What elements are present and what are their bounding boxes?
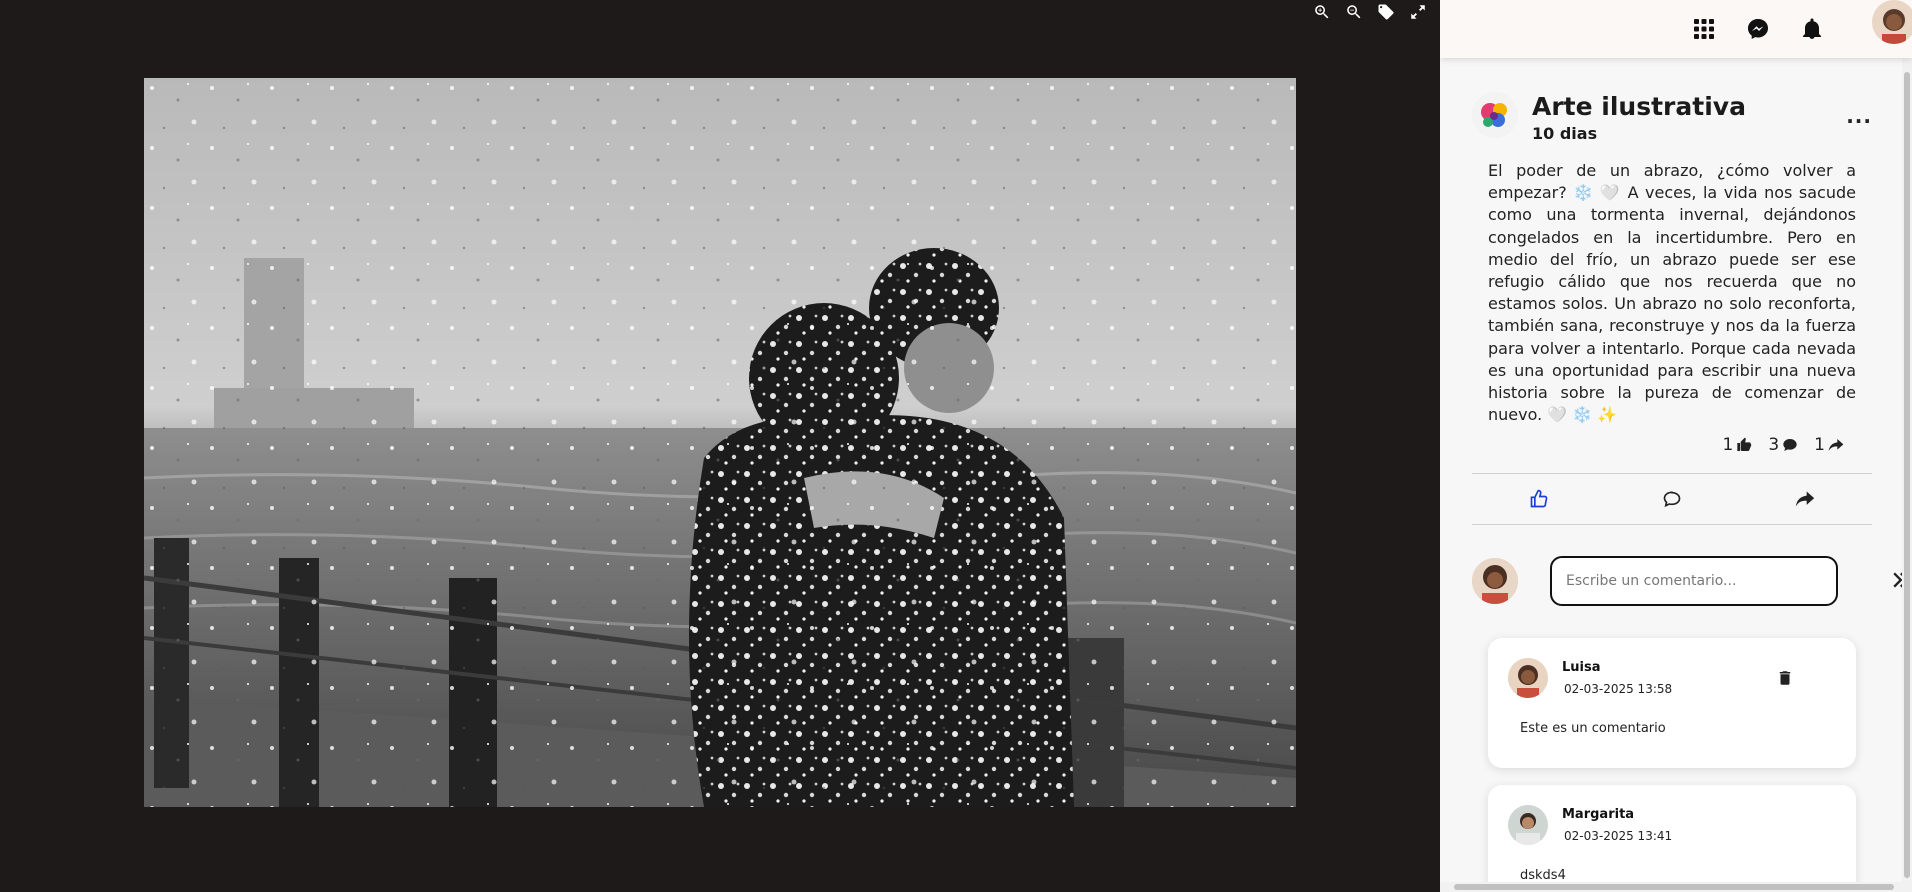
post-actions [1472, 474, 1872, 524]
share-button[interactable] [1785, 479, 1825, 519]
messenger-icon [1748, 19, 1768, 39]
horizontal-scrollbar[interactable] [1440, 882, 1912, 892]
avatar-image [1872, 0, 1912, 44]
horizontal-scroll-thumb[interactable] [1454, 884, 1894, 890]
like-button[interactable] [1519, 479, 1559, 519]
fullscreen-button[interactable] [1406, 0, 1430, 24]
comment-input[interactable] [1550, 556, 1838, 606]
comments-count-value: 3 [1768, 435, 1780, 455]
comment-date: 02-03-2025 13:41 [1564, 829, 1673, 843]
comment-text: dskds4 [1520, 868, 1566, 883]
shares-count[interactable]: 1 [1814, 435, 1844, 455]
post-header: Arte ilustrativa 10 dias [1472, 92, 1746, 143]
post-panel: Arte ilustrativa 10 dias ... El poder de… [1440, 0, 1912, 892]
comment-header: Luisa 02-03-2025 13:58 [1508, 658, 1672, 698]
image-viewer [0, 0, 1440, 892]
comment-text: Este es un comentario [1520, 721, 1666, 736]
viewer-toolbar [1310, 0, 1430, 24]
comment-avatar-image [1508, 658, 1548, 698]
top-bar [1440, 0, 1912, 58]
comments-count[interactable]: 3 [1768, 435, 1798, 455]
share-icon [1828, 439, 1844, 451]
user-avatar-top[interactable] [1872, 0, 1912, 44]
zoom-out-button[interactable] [1342, 0, 1366, 24]
share-arrow-icon [1796, 491, 1815, 507]
comment-meta: Margarita 02-03-2025 13:41 [1562, 805, 1672, 845]
post-header-text: Arte ilustrativa 10 dias [1532, 92, 1746, 143]
vertical-scrollbar[interactable] [1902, 58, 1912, 884]
comment-card: Luisa 02-03-2025 13:58 Este es un coment… [1488, 638, 1856, 768]
post-body: El poder de un abrazo, ¿cómo volver a em… [1488, 161, 1856, 425]
comment-author[interactable]: Margarita [1562, 807, 1672, 822]
comment-meta: Luisa 02-03-2025 13:58 [1562, 658, 1672, 698]
likes-count[interactable]: 1 [1723, 435, 1753, 455]
messenger-button[interactable] [1744, 15, 1772, 43]
current-user-avatar [1472, 558, 1518, 604]
current-user-avatar-image [1472, 558, 1518, 604]
comment-outline-icon [1663, 491, 1681, 508]
tag-icon [1378, 4, 1394, 20]
comment-author[interactable]: Luisa [1562, 660, 1672, 675]
comment-composer [1472, 556, 1910, 606]
comment-bubble-icon [1783, 439, 1797, 451]
comment-avatar-image [1508, 805, 1548, 845]
thumbs-up-icon [1737, 437, 1752, 451]
thumbs-up-outline-icon [1530, 489, 1547, 508]
notifications-button[interactable] [1798, 15, 1826, 43]
post-counts: 1 3 1 [1723, 435, 1844, 455]
vertical-scroll-thumb[interactable] [1904, 72, 1910, 878]
comment-button[interactable] [1652, 479, 1692, 519]
page-name[interactable]: Arte ilustrativa [1532, 92, 1746, 122]
delete-comment-button[interactable] [1776, 668, 1794, 688]
trash-icon [1779, 671, 1791, 685]
likes-count-value: 1 [1722, 435, 1734, 455]
zoom-in-icon [1315, 5, 1329, 19]
bell-icon [1803, 18, 1821, 39]
post-time: 10 dias [1532, 124, 1598, 143]
tag-button[interactable] [1374, 0, 1398, 24]
fullscreen-icon [1411, 5, 1425, 19]
shares-count-value: 1 [1814, 435, 1825, 455]
page-avatar[interactable] [1472, 92, 1518, 138]
page-avatar-image [1472, 92, 1518, 138]
apps-button[interactable] [1690, 15, 1718, 43]
comment-card: Margarita 02-03-2025 13:41 dskds4 [1488, 785, 1856, 892]
more-options-button[interactable]: ... [1846, 104, 1872, 128]
comment-date: 02-03-2025 13:58 [1564, 682, 1673, 696]
zoom-out-icon [1347, 5, 1361, 19]
zoom-in-button[interactable] [1310, 0, 1334, 24]
apps-grid-icon [1694, 19, 1714, 39]
comment-header: Margarita 02-03-2025 13:41 [1508, 805, 1672, 845]
post-photo [144, 78, 1296, 807]
comment-avatar [1508, 805, 1548, 845]
comment-avatar [1508, 658, 1548, 698]
divider [1472, 524, 1872, 525]
photo-snow-hug [144, 78, 1296, 807]
